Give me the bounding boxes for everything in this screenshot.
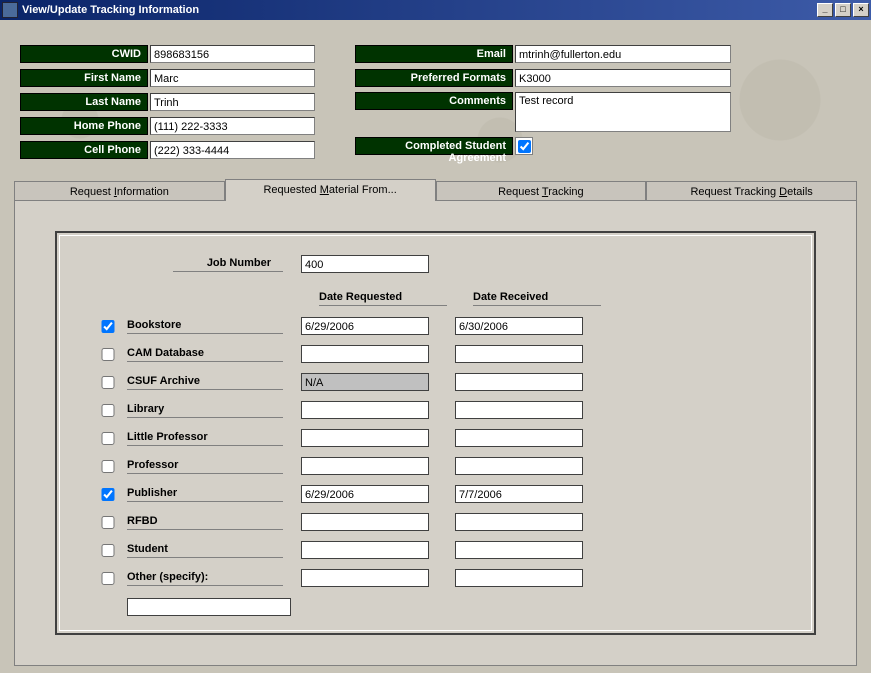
source-row: Little Professor <box>97 424 774 452</box>
source-label: Little Professor <box>127 431 283 446</box>
date-requested-header: Date Requested <box>319 291 447 306</box>
email-label: Email <box>355 45 513 63</box>
cell-phone-field[interactable] <box>150 141 315 159</box>
first-name-field[interactable] <box>150 69 315 87</box>
source-label: Bookstore <box>127 319 283 334</box>
date-received-field[interactable] <box>455 429 583 447</box>
source-row: Student <box>97 536 774 564</box>
job-number-label: Job Number <box>173 257 283 272</box>
client-area: CWID First Name Last Name Home Phone Cel… <box>0 20 871 673</box>
source-row: Publisher <box>97 480 774 508</box>
date-requested-field[interactable] <box>301 345 429 363</box>
source-row: Other (specify): <box>97 564 774 592</box>
source-label: Professor <box>127 459 283 474</box>
date-requested-field[interactable] <box>301 541 429 559</box>
source-checkbox[interactable] <box>101 320 115 333</box>
titlebar: View/Update Tracking Information _ □ × <box>0 0 871 20</box>
source-checkbox[interactable] <box>101 432 115 445</box>
home-phone-field[interactable] <box>150 117 315 135</box>
date-requested-field[interactable] <box>301 317 429 335</box>
date-received-field[interactable] <box>455 373 583 391</box>
source-checkbox[interactable] <box>101 488 115 501</box>
source-row: CAM Database <box>97 340 774 368</box>
date-received-field[interactable] <box>455 457 583 475</box>
source-label: CSUF Archive <box>127 375 283 390</box>
job-number-field[interactable] <box>301 255 429 273</box>
cwid-label: CWID <box>20 45 148 63</box>
maximize-button[interactable]: □ <box>835 3 851 17</box>
preferred-formats-label: Preferred Formats <box>355 69 513 87</box>
tab-panel: Job Number Date Requested Date Received … <box>14 200 857 666</box>
date-received-field[interactable] <box>455 541 583 559</box>
date-requested-field <box>301 373 429 391</box>
source-checkbox[interactable] <box>101 516 115 529</box>
window-title: View/Update Tracking Information <box>22 4 815 16</box>
source-row: Professor <box>97 452 774 480</box>
date-received-field[interactable] <box>455 485 583 503</box>
date-requested-field[interactable] <box>301 401 429 419</box>
home-phone-label: Home Phone <box>20 117 148 135</box>
tab-request-tracking[interactable]: Request Tracking <box>436 181 647 201</box>
source-label: Student <box>127 543 283 558</box>
comments-label: Comments <box>355 92 513 110</box>
tab-requested-material-from[interactable]: Requested Material From... <box>225 179 436 201</box>
source-row: Library <box>97 396 774 424</box>
other-specify-field[interactable] <box>127 598 291 616</box>
source-label: Library <box>127 403 283 418</box>
date-requested-field[interactable] <box>301 513 429 531</box>
source-row: RFBD <box>97 508 774 536</box>
source-checkbox[interactable] <box>101 572 115 585</box>
preferred-formats-field[interactable] <box>515 69 731 87</box>
source-checkbox[interactable] <box>101 348 115 361</box>
comments-field[interactable] <box>515 92 731 132</box>
source-label: CAM Database <box>127 347 283 362</box>
email-field[interactable] <box>515 45 731 63</box>
source-checkbox[interactable] <box>101 404 115 417</box>
source-label: Publisher <box>127 487 283 502</box>
completed-agreement-checkbox[interactable] <box>518 140 531 153</box>
cwid-field[interactable] <box>150 45 315 63</box>
panel-inner: Job Number Date Requested Date Received … <box>55 231 816 635</box>
date-received-header: Date Received <box>473 291 601 306</box>
source-checkbox[interactable] <box>101 544 115 557</box>
date-requested-field[interactable] <box>301 569 429 587</box>
source-label: Other (specify): <box>127 571 283 586</box>
date-requested-field[interactable] <box>301 429 429 447</box>
tab-request-information[interactable]: Request Information <box>14 181 225 201</box>
source-row: CSUF Archive <box>97 368 774 396</box>
last-name-field[interactable] <box>150 93 315 111</box>
cell-phone-label: Cell Phone <box>20 141 148 159</box>
source-label: RFBD <box>127 515 283 530</box>
date-received-field[interactable] <box>455 569 583 587</box>
date-received-field[interactable] <box>455 345 583 363</box>
date-requested-field[interactable] <box>301 485 429 503</box>
source-row: Bookstore <box>97 312 774 340</box>
date-received-field[interactable] <box>455 513 583 531</box>
tab-request-tracking-details[interactable]: Request Tracking Details <box>646 181 857 201</box>
source-checkbox[interactable] <box>101 376 115 389</box>
app-icon <box>2 2 18 18</box>
last-name-label: Last Name <box>20 93 148 111</box>
source-checkbox[interactable] <box>101 460 115 473</box>
first-name-label: First Name <box>20 69 148 87</box>
minimize-button[interactable]: _ <box>817 3 833 17</box>
tabstrip: Request Information Requested Material F… <box>14 178 857 200</box>
completed-agreement-label: Completed Student Agreement <box>355 137 513 155</box>
date-received-field[interactable] <box>455 401 583 419</box>
date-received-field[interactable] <box>455 317 583 335</box>
close-button[interactable]: × <box>853 3 869 17</box>
student-info: CWID First Name Last Name Home Phone Cel… <box>0 20 871 172</box>
date-requested-field[interactable] <box>301 457 429 475</box>
